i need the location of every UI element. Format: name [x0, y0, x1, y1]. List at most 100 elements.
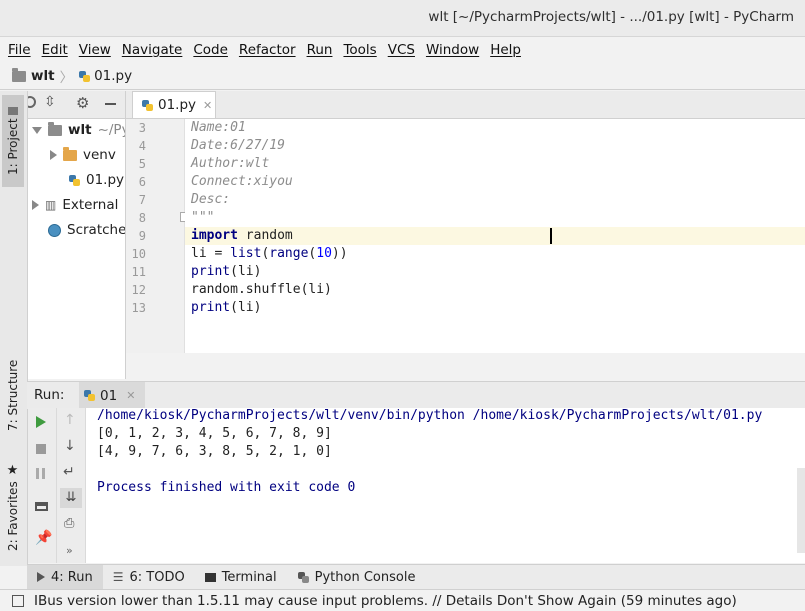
console-line: /home/kiosk/PycharmProjects/wlt/venv/bin…	[97, 408, 763, 423]
editor-gutter: 3 4 5 6 7 8 9 10 11 12 13	[126, 119, 189, 353]
menu-vcs[interactable]: VCS	[384, 42, 419, 58]
title-bar: wlt [~/PycharmProjects/wlt] - .../01.py …	[0, 0, 805, 37]
scrollbar[interactable]	[797, 468, 805, 553]
run-config-label: 01	[100, 387, 118, 404]
line-number: 13	[131, 301, 146, 315]
expand-right-icon[interactable]	[50, 150, 57, 160]
text-cursor	[550, 228, 552, 244]
tool-tab-label: Terminal	[221, 569, 277, 585]
tree-item-01py[interactable]: 01.py	[68, 169, 124, 191]
menu-help[interactable]: Help	[486, 42, 525, 58]
menu-view[interactable]: View	[75, 42, 115, 58]
menu-edit[interactable]: Edit	[38, 42, 72, 58]
menu-run[interactable]: Run	[303, 42, 337, 58]
list-icon: ☰	[112, 570, 124, 584]
menu-bar: File Edit View Navigate Code Refactor Ru…	[0, 37, 805, 62]
tool-tab-project[interactable]: 1: Project	[2, 95, 24, 187]
menu-code[interactable]: Code	[189, 42, 232, 58]
pin-icon[interactable]: 📌	[35, 530, 52, 546]
run-config-tab[interactable]: 01 ✕	[79, 382, 145, 409]
tree-item-label: Scratche	[67, 222, 126, 238]
tree-item-scratches[interactable]: Scratche	[48, 219, 126, 241]
layout-icon[interactable]	[35, 502, 48, 511]
hide-icon[interactable]	[105, 103, 116, 105]
project-panel: ⇳ ⚙ wlt ~/Py venv 01.py ▥ External Scrat…	[28, 91, 126, 379]
window-title: wlt [~/PycharmProjects/wlt] - .../01.py …	[428, 9, 794, 25]
menu-window[interactable]: Window	[422, 42, 483, 58]
breadcrumb-file[interactable]: 01.py	[94, 68, 132, 84]
tree-item-venv[interactable]: venv	[50, 144, 116, 166]
tree-item-wlt[interactable]: wlt ~/Py	[32, 119, 125, 141]
code-editor[interactable]: Name:01 Date:6/27/19 Author:wlt Connect:…	[185, 119, 805, 353]
arrow-up-icon[interactable]: ↑	[64, 412, 76, 428]
scroll-to-end-icon[interactable]: ⇊	[60, 488, 82, 508]
tool-tab-favorites-label: 2: Favorites	[6, 481, 20, 552]
breadcrumb-project[interactable]: wlt	[31, 68, 55, 84]
menu-refactor[interactable]: Refactor	[235, 42, 300, 58]
python-file-icon	[83, 389, 95, 402]
tree-item-external[interactable]: ▥ External	[32, 194, 118, 216]
run-toolbar-secondary: ↑ ↓ ↵ ⇊ ⎙ »	[57, 408, 86, 563]
tree-item-label: External	[62, 197, 119, 213]
terminal-icon	[204, 572, 216, 582]
line-number: 5	[138, 157, 146, 171]
tool-tab-structure[interactable]: 7: Structure	[2, 349, 24, 441]
python-file-icon	[141, 99, 153, 112]
tool-tab-label: 6: TODO	[129, 569, 185, 585]
status-bar: IBus version lower than 1.5.11 may cause…	[0, 589, 805, 611]
close-icon[interactable]: ✕	[126, 389, 135, 402]
line-number: 8	[138, 211, 146, 225]
collapse-icon[interactable]: ⇳	[44, 94, 56, 110]
arrow-down-icon[interactable]: ↓	[64, 438, 76, 454]
code-line: """	[191, 210, 215, 225]
toggle-tool-windows-icon[interactable]	[12, 594, 24, 607]
tool-tab-run[interactable]: 4: Run	[27, 565, 103, 589]
soft-wrap-icon[interactable]: ↵	[63, 464, 75, 480]
tool-tab-label: Python Console	[314, 569, 416, 585]
code-line: Desc:	[191, 192, 231, 207]
tool-tab-todo[interactable]: ☰ 6: TODO	[103, 565, 195, 589]
tool-tab-python-console[interactable]: Python Console	[287, 565, 426, 589]
rerun-icon[interactable]	[36, 416, 46, 428]
editor-tab-label: 01.py	[158, 97, 197, 113]
folder-icon	[8, 106, 18, 115]
tool-tab-terminal[interactable]: Terminal	[195, 565, 287, 589]
status-message[interactable]: IBus version lower than 1.5.11 may cause…	[34, 593, 737, 609]
run-toolbar-primary: 📌	[28, 408, 57, 563]
python-console-icon	[297, 571, 309, 584]
run-label: Run:	[34, 387, 65, 403]
library-icon: ▥	[45, 198, 57, 212]
menu-file[interactable]: File	[4, 42, 35, 58]
code-line: print(li)	[191, 264, 262, 279]
breadcrumb: wlt 〉 01.py	[0, 63, 805, 90]
expand-right-icon[interactable]	[32, 200, 39, 210]
tool-tab-favorites[interactable]: 2: Favorites ★	[2, 459, 24, 555]
tool-tab-structure-label: 7: Structure	[6, 359, 20, 431]
code-line: Name:01	[191, 120, 246, 135]
folder-icon	[48, 121, 62, 136]
more-icon[interactable]: »	[66, 544, 73, 557]
close-icon[interactable]: ✕	[203, 99, 212, 112]
menu-navigate[interactable]: Navigate	[118, 42, 187, 58]
tree-item-hint: ~/Py	[97, 122, 125, 138]
target-icon[interactable]	[28, 96, 36, 108]
python-file-icon	[78, 70, 91, 83]
line-number: 3	[138, 121, 146, 135]
code-line: Connect:xiyou	[191, 174, 293, 189]
gear-icon[interactable]: ⚙	[76, 94, 89, 112]
menu-tools[interactable]: Tools	[339, 42, 380, 58]
pause-icon[interactable]	[36, 468, 39, 479]
tool-tab-label: 4: Run	[51, 569, 93, 585]
run-console[interactable]: /home/kiosk/PycharmProjects/wlt/venv/bin…	[86, 408, 805, 563]
stop-icon[interactable]	[36, 444, 46, 454]
console-line: [0, 1, 2, 3, 4, 5, 6, 7, 8, 9]	[97, 426, 332, 441]
tree-item-label: venv	[83, 147, 116, 163]
line-number: 6	[138, 175, 146, 189]
editor-tab-01py[interactable]: 01.py ✕	[132, 91, 216, 118]
tree-item-label: 01.py	[86, 172, 125, 188]
chevron-right-icon: 〉	[59, 70, 74, 86]
print-icon[interactable]: ⎙	[64, 516, 74, 531]
scratch-icon	[48, 223, 61, 237]
code-line: Date:6/27/19	[191, 138, 285, 153]
expand-down-icon[interactable]	[32, 126, 42, 134]
